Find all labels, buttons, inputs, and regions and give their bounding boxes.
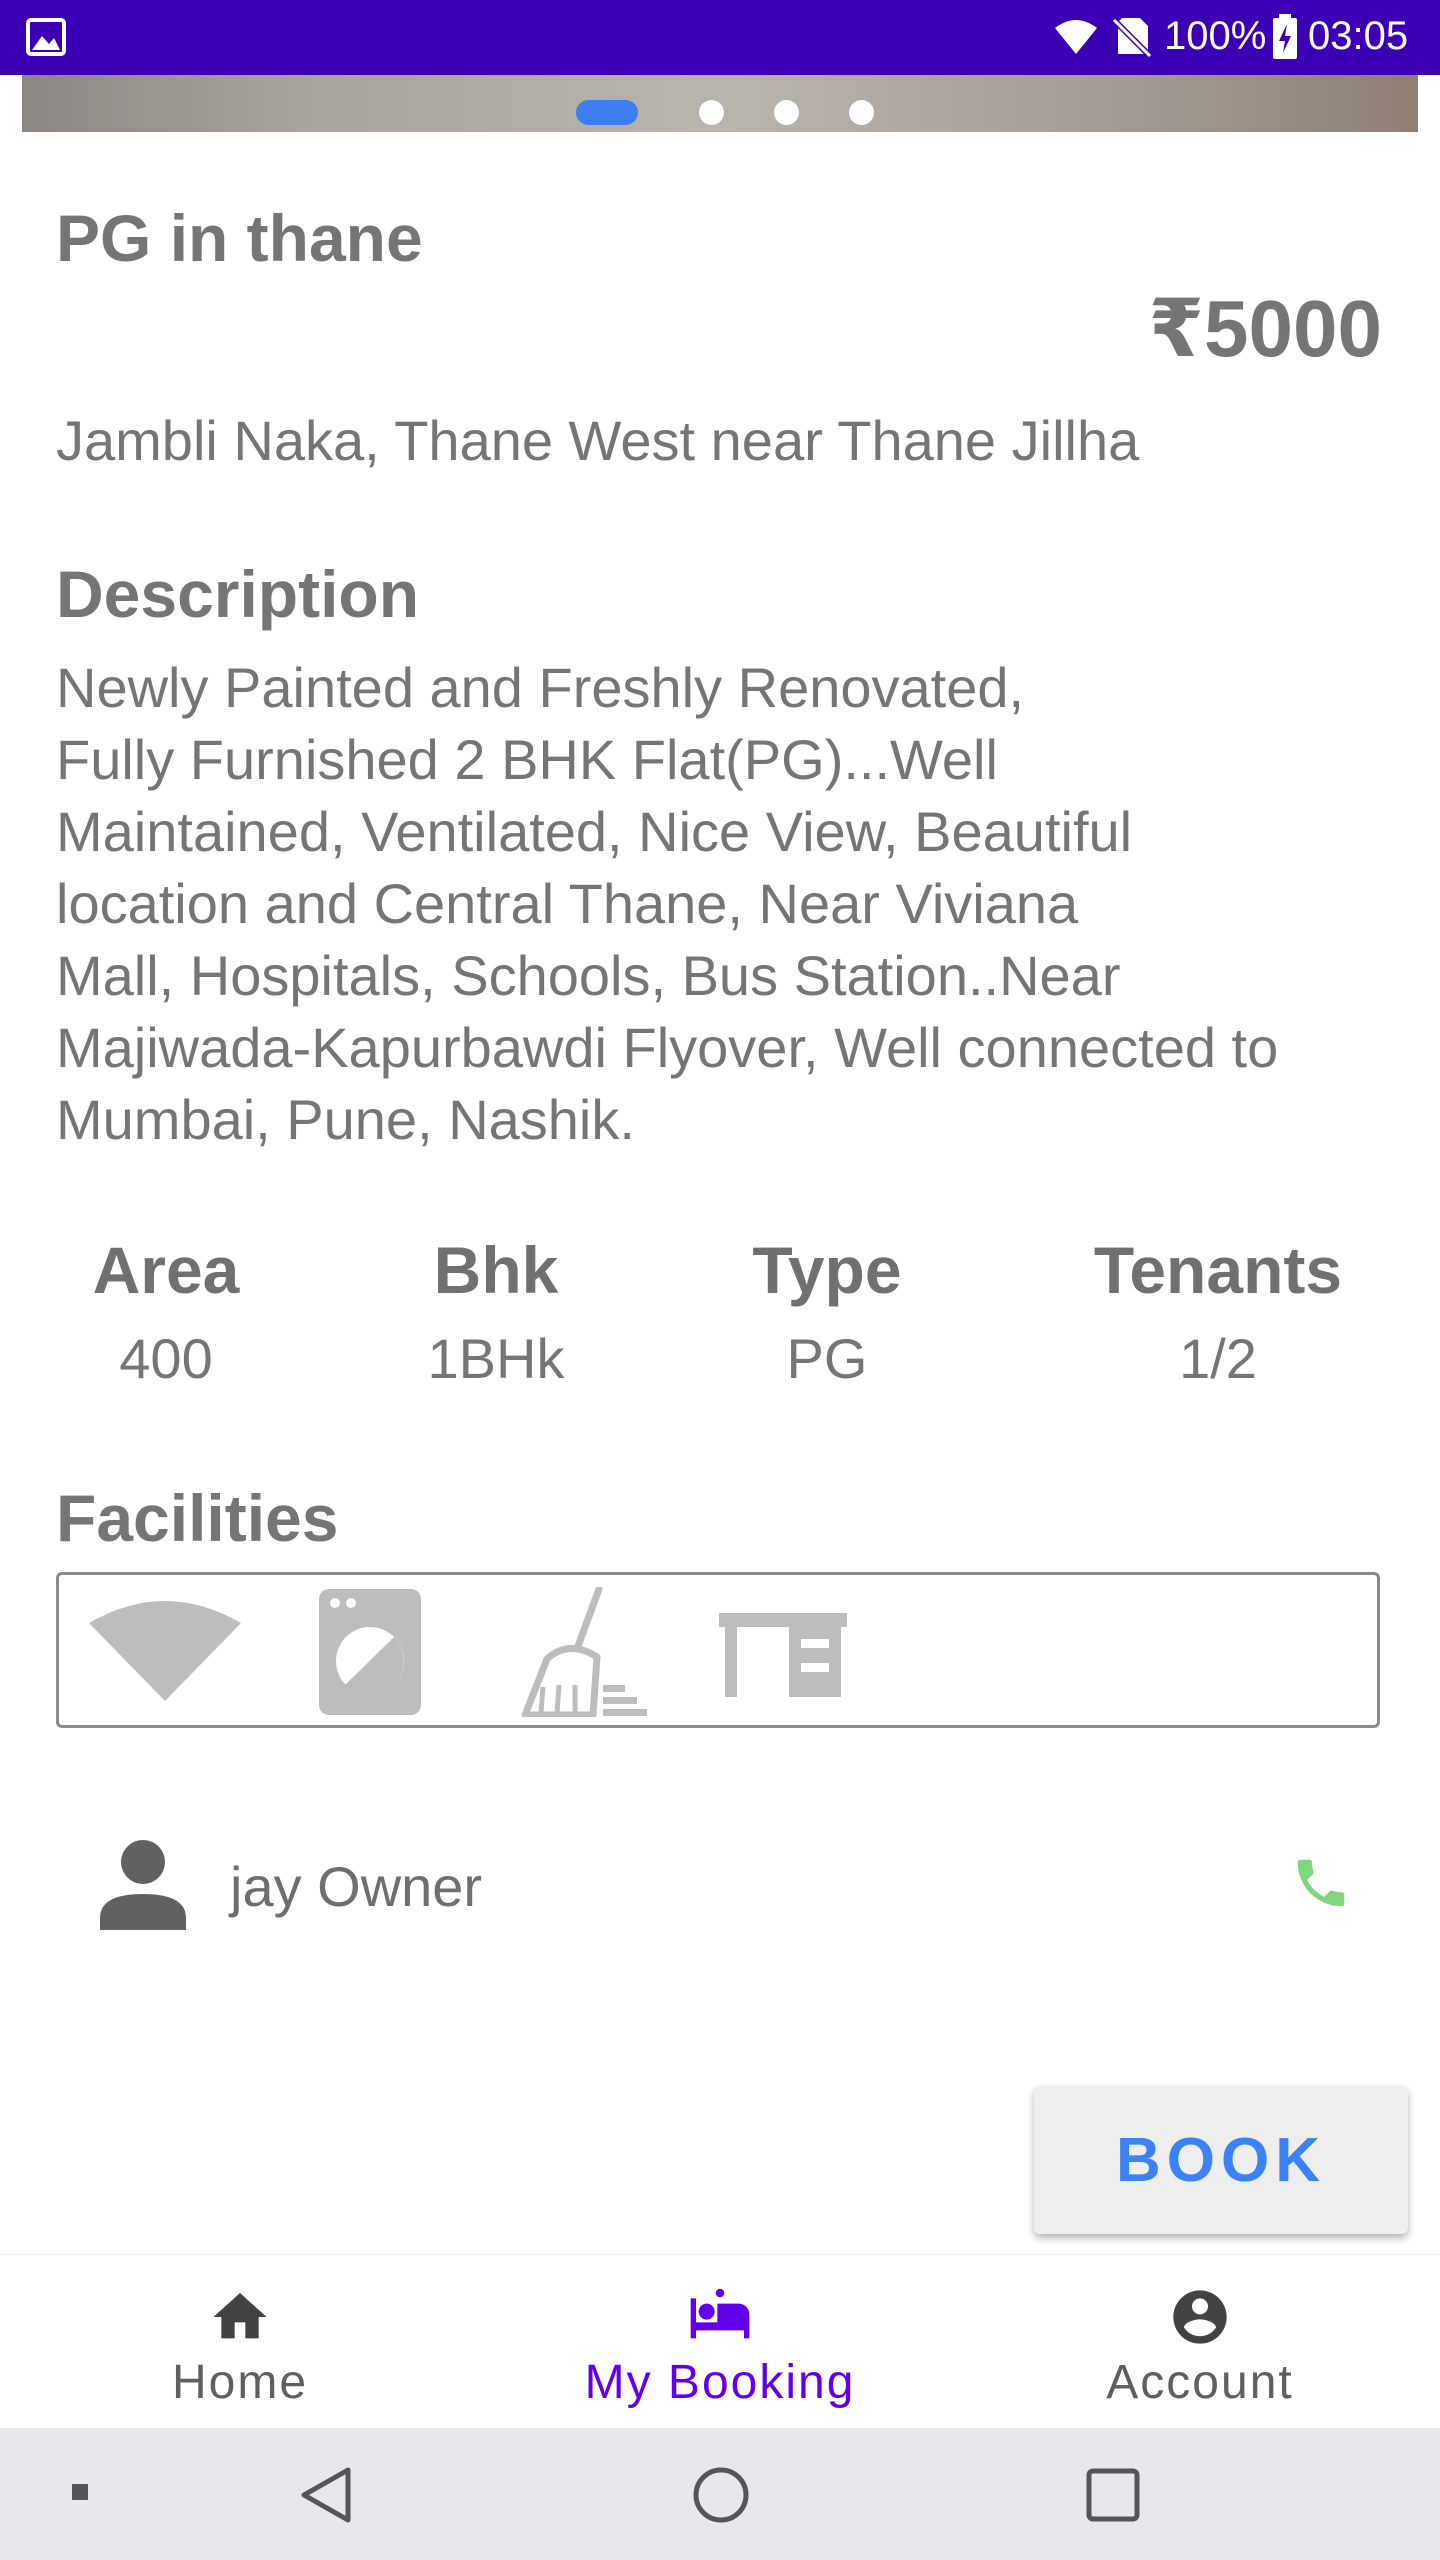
home-circle-icon[interactable] [692, 2466, 750, 2524]
image-carousel[interactable] [22, 75, 1418, 132]
stat-type: Type PG [727, 1232, 927, 1391]
nav-my-booking-label: My Booking [584, 2356, 856, 2409]
listing-address: Jambli Naka, Thane West near Thane Jillh… [56, 409, 1140, 472]
owner-name: jay Owner [230, 1855, 483, 1918]
cleaning-broom-icon [521, 1587, 647, 1717]
facilities-box [56, 1572, 1380, 1728]
nav-account[interactable]: Account [960, 2255, 1440, 2429]
stat-value: 400 [119, 1327, 213, 1390]
battery-charging-icon [1273, 14, 1297, 59]
stat-label: Type [752, 1233, 902, 1307]
nav-home[interactable]: Home [0, 2255, 480, 2429]
nav-my-booking[interactable]: My Booking [480, 2255, 960, 2429]
carousel-dot-3[interactable] [774, 100, 799, 125]
nav-home-label: Home [171, 2356, 309, 2409]
stat-value: 1BHk [427, 1327, 565, 1390]
home-icon [213, 2293, 267, 2339]
status-bar: 100% 03:05 [0, 0, 1440, 75]
desk-icon [719, 1613, 847, 1697]
stat-area: Area 400 [66, 1232, 266, 1391]
stat-value: PG [786, 1327, 868, 1390]
nav-account-label: Account [1106, 2356, 1294, 2409]
carousel-dot-1[interactable] [576, 100, 638, 125]
facilities-heading: Facilities [56, 1481, 339, 1555]
description-body: Newly Painted and Freshly Renovated, Ful… [56, 656, 1279, 1151]
stat-label: Bhk [433, 1233, 559, 1307]
owner-row: jay Owner [0, 1830, 1440, 1940]
listing-price: ₹5000 [1148, 284, 1382, 373]
hotel-bed-icon [690, 2288, 750, 2339]
clock: 03:05 [1308, 14, 1409, 58]
stat-label: Tenants [1093, 1233, 1343, 1307]
image-icon [26, 18, 66, 56]
phone-icon[interactable] [1290, 1852, 1352, 1914]
battery-percent: 100% [1164, 14, 1267, 58]
system-navigation-bar [0, 2428, 1440, 2560]
book-button[interactable]: BOOK [1034, 2086, 1408, 2234]
stat-label: Area [92, 1233, 240, 1307]
account-circle-icon [1173, 2290, 1227, 2344]
person-icon [100, 1840, 186, 1930]
wifi-icon [1055, 20, 1097, 54]
carousel-dot-4[interactable] [849, 100, 874, 125]
wifi-icon [89, 1601, 241, 1701]
stat-tenants: Tenants 1/2 [1068, 1232, 1368, 1391]
no-sim-icon [1112, 17, 1152, 58]
small-square-icon [72, 2484, 88, 2500]
washing-machine-icon [319, 1589, 421, 1715]
stat-bhk: Bhk 1BHk [396, 1232, 596, 1391]
description-heading: Description [56, 557, 420, 631]
stat-value: 1/2 [1179, 1327, 1257, 1390]
recents-icon[interactable] [1086, 2468, 1140, 2522]
bottom-navigation: Home My Booking Account [0, 2254, 1440, 2429]
back-icon[interactable] [298, 2466, 352, 2524]
carousel-dot-2[interactable] [699, 100, 724, 125]
listing-title: PG in thane [56, 201, 423, 275]
